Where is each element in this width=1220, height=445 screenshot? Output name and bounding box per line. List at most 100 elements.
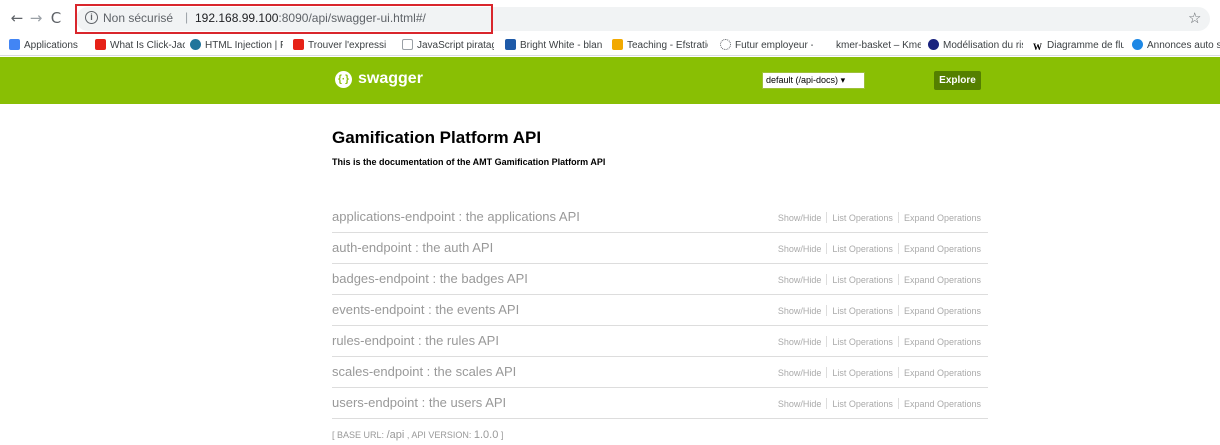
bookmark-item[interactable]: kmer-basket – Kmer — [836, 39, 921, 53]
back-arrow-icon[interactable]: ← — [9, 9, 25, 27]
divider — [826, 336, 828, 347]
youtube-icon — [95, 39, 106, 50]
browser-toolbar: ← → C i Non sécurisé | 192.168.99.100:80… — [0, 0, 1220, 36]
bookmark-item[interactable]: Teaching - Efstratios — [612, 39, 708, 53]
teaching-icon — [612, 39, 623, 50]
endpoint-actions: Show/Hide List Operations Expand Operation… — [778, 305, 981, 317]
youtube-icon — [293, 39, 304, 50]
endpoint-row: badges-endpoint : the badges API Show/Hi… — [332, 264, 988, 295]
bookmark-item[interactable]: JavaScript piratage — [402, 39, 494, 53]
expand-operations-link[interactable]: Expand Operations — [904, 213, 981, 223]
bookmark-item[interactable]: Applications — [9, 39, 91, 53]
show-hide-link[interactable]: Show/Hide — [778, 275, 822, 285]
expand-operations-link[interactable]: Expand Operations — [904, 306, 981, 316]
divider — [826, 305, 828, 316]
bookmark-item[interactable]: Futur employeur - w — [720, 39, 813, 53]
endpoint-actions: Show/Hide List Operations Expand Operation… — [778, 274, 981, 286]
endpoint-row: users-endpoint : the users API Show/Hide… — [332, 388, 988, 419]
bookmark-item[interactable]: W Diagramme de flux d — [1032, 39, 1124, 53]
list-operations-link[interactable]: List Operations — [832, 368, 893, 378]
divider — [897, 367, 899, 378]
bookmark-star-icon[interactable]: ☆ — [1188, 10, 1201, 26]
endpoint-actions: Show/Hide List Operations Expand Operation… — [778, 367, 981, 379]
endpoint-row: applications-endpoint : the applications… — [332, 202, 988, 233]
divider — [826, 398, 828, 409]
bookmark-label: What Is Click-Jacking — [110, 40, 185, 51]
endpoint-name[interactable]: rules-endpoint : the rules API — [332, 333, 499, 349]
url-highlight-box — [75, 4, 493, 34]
swagger-logo-icon[interactable]: {·} — [335, 71, 352, 88]
bookmark-item[interactable]: Bright White - blanch — [505, 39, 602, 53]
list-operations-link[interactable]: List Operations — [832, 306, 893, 316]
expand-operations-link[interactable]: Expand Operations — [904, 244, 981, 254]
endpoint-name[interactable]: users-endpoint : the users API — [332, 395, 506, 411]
wordpress-icon — [190, 39, 201, 50]
bookmark-label: kmer-basket – Kmer — [836, 40, 921, 51]
endpoint-actions: Show/Hide List Operations Expand Operation… — [778, 398, 981, 410]
endpoint-row: rules-endpoint : the rules API Show/Hide… — [332, 326, 988, 357]
bookmark-item[interactable]: Modélisation du risq — [928, 39, 1023, 53]
endpoint-row: events-endpoint : the events API Show/Hi… — [332, 295, 988, 326]
bookmark-item[interactable]: Annonces auto sk — [1132, 39, 1220, 53]
base-url-label: BASE URL: — [337, 430, 385, 440]
divider — [826, 367, 828, 378]
api-version-value: 1.0.0 — [473, 429, 499, 441]
bookmark-item[interactable]: HTML Injection | Pen — [190, 39, 283, 53]
colorhexa-icon — [505, 39, 516, 50]
bookmarks-bar: Applications What Is Click-Jacking HTML … — [0, 36, 1220, 56]
list-operations-link[interactable]: List Operations — [832, 213, 893, 223]
expand-operations-link[interactable]: Expand Operations — [904, 275, 981, 285]
globe-icon — [928, 39, 939, 50]
api-spec-select-value: default (/api-docs) — [766, 75, 839, 85]
explore-button[interactable]: Explore — [934, 71, 981, 90]
divider — [897, 274, 899, 285]
divider — [826, 212, 828, 223]
show-hide-link[interactable]: Show/Hide — [778, 399, 822, 409]
list-operations-link[interactable]: List Operations — [832, 275, 893, 285]
bookmark-label: Trouver l'expression — [308, 40, 386, 51]
show-hide-link[interactable]: Show/Hide — [778, 213, 822, 223]
swagger-brand[interactable]: swagger — [358, 69, 423, 89]
api-version-label: API VERSION: — [411, 430, 472, 440]
bookmark-label: HTML Injection | Pen — [205, 40, 283, 51]
divider — [826, 274, 828, 285]
list-operations-link[interactable]: List Operations — [832, 337, 893, 347]
api-spec-select[interactable]: default (/api-docs) ▾ — [762, 72, 865, 89]
show-hide-link[interactable]: Show/Hide — [778, 337, 822, 347]
base-url-value: /api — [386, 429, 405, 441]
bookmark-item[interactable]: What Is Click-Jacking — [95, 39, 185, 53]
forward-arrow-icon[interactable]: → — [28, 9, 44, 27]
bookmark-label: Futur employeur - w — [735, 40, 813, 51]
endpoint-name[interactable]: auth-endpoint : the auth API — [332, 240, 493, 256]
endpoint-actions: Show/Hide List Operations Expand Operation… — [778, 243, 981, 255]
endpoint-row: auth-endpoint : the auth API Show/Hide Li… — [332, 233, 988, 264]
endpoint-row: scales-endpoint : the scales API Show/Hi… — [332, 357, 988, 388]
endpoint-name[interactable]: events-endpoint : the events API — [332, 302, 519, 318]
divider — [897, 212, 899, 223]
show-hide-link[interactable]: Show/Hide — [778, 368, 822, 378]
list-operations-link[interactable]: List Operations — [832, 399, 893, 409]
expand-operations-link[interactable]: Expand Operations — [904, 399, 981, 409]
endpoint-name[interactable]: badges-endpoint : the badges API — [332, 271, 528, 287]
divider — [897, 336, 899, 347]
list-operations-link[interactable]: List Operations — [832, 244, 893, 254]
chevron-down-icon: ▾ — [840, 75, 846, 85]
endpoint-name[interactable]: applications-endpoint : the applications… — [332, 209, 580, 225]
bookmark-label: Bright White - blanch — [520, 40, 602, 51]
show-hide-link[interactable]: Show/Hide — [778, 306, 822, 316]
bookmark-item[interactable]: Trouver l'expression — [293, 39, 386, 53]
apps-grid-icon — [9, 39, 20, 50]
expand-operations-link[interactable]: Expand Operations — [904, 368, 981, 378]
bookmark-label: Teaching - Efstratios — [627, 40, 708, 51]
bookmark-label: Modélisation du risq — [943, 40, 1023, 51]
reload-icon[interactable]: C — [48, 9, 64, 27]
page-icon — [402, 39, 413, 50]
endpoint-name[interactable]: scales-endpoint : the scales API — [332, 364, 516, 380]
endpoint-actions: Show/Hide List Operations Expand Operation… — [778, 212, 981, 224]
divider — [826, 243, 828, 254]
page-title: Gamification Platform API — [332, 128, 542, 147]
show-hide-link[interactable]: Show/Hide — [778, 244, 822, 254]
expand-operations-link[interactable]: Expand Operations — [904, 337, 981, 347]
page-description: This is the documentation of the AMT Gam… — [332, 157, 606, 167]
divider — [897, 243, 899, 254]
